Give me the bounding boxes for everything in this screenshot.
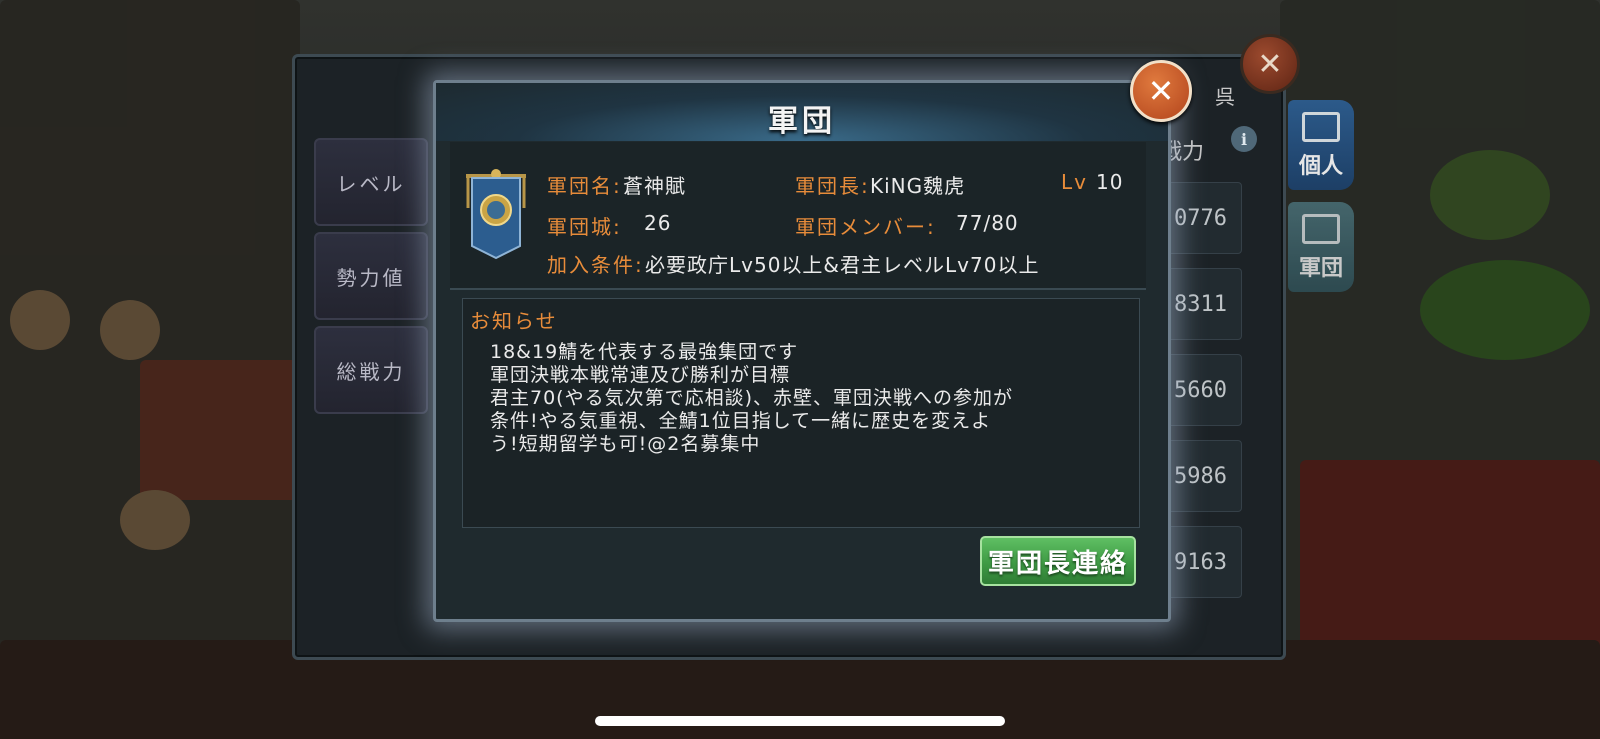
faction-label: 呉 [1215, 85, 1235, 109]
scroll-icon [1302, 112, 1340, 142]
legion-name-value: 蒼神賦 [623, 174, 686, 198]
leader-label: 軍団長: [795, 174, 870, 198]
tab-legion-label: 軍団 [1298, 256, 1343, 281]
join-condition-value: 必要政庁Lv50以上&君主レベルLv70以上 [645, 253, 1040, 277]
home-indicator[interactable] [595, 716, 1005, 726]
level-value: 10 [1096, 170, 1124, 194]
notice-text: 18&19鯖を代表する最強集団です 軍団決戦本戦常連及び勝利が目標 君主70(や… [490, 341, 1014, 455]
castles-label: 軍団城: [547, 215, 622, 239]
tab-total-power[interactable]: 総戦力 [314, 326, 428, 414]
power-cell: 0776 [1160, 182, 1242, 254]
info-icon[interactable]: i [1231, 126, 1257, 152]
join-condition-label: 加入条件: [547, 253, 644, 277]
tab-legion[interactable]: 軍団 [1288, 202, 1354, 292]
members-label: 軍団メンバー: [795, 215, 936, 239]
tab-personal[interactable]: 個人 [1288, 100, 1354, 190]
legion-banner-icon [466, 169, 526, 260]
tab-personal-label: 個人 [1298, 154, 1343, 179]
dialog-title: 軍団 [768, 104, 836, 139]
members-value: 77/80 [956, 211, 1019, 235]
level-label: Lv [1061, 170, 1088, 194]
tab-influence[interactable]: 勢力値 [314, 232, 428, 320]
scroll-icon [1302, 214, 1340, 244]
dialog-close-button[interactable]: ✕ [1130, 60, 1192, 122]
power-cell: 8311 [1160, 268, 1242, 340]
legion-name-label: 軍団名: [547, 174, 622, 198]
power-cell: 5986 [1160, 440, 1242, 512]
power-cell: 5660 [1160, 354, 1242, 426]
contact-leader-button[interactable]: 軍団長連絡 [980, 536, 1136, 586]
leader-name-value[interactable]: KiNG魏虎 [870, 170, 965, 199]
castles-value: 26 [644, 211, 672, 235]
tab-level[interactable]: レベル [314, 138, 428, 226]
ranking-close-button[interactable]: ✕ [1240, 34, 1300, 94]
notice-title: お知らせ [470, 309, 558, 333]
power-cell: 9163 [1160, 526, 1242, 598]
